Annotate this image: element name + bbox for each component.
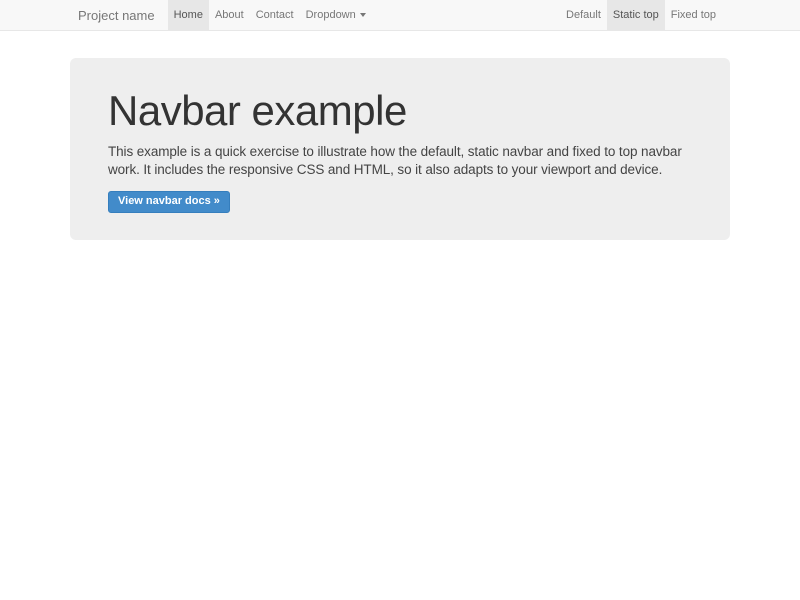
navbar-left-group: Project name Home About Contact Dropdown <box>78 0 372 30</box>
main-content: Navbar example This example is a quick e… <box>0 58 800 240</box>
jumbotron-description: This example is a quick exercise to illu… <box>108 143 692 179</box>
dropdown-label: Dropdown <box>306 0 356 30</box>
jumbotron: Navbar example This example is a quick e… <box>70 58 730 240</box>
navbar-right-nav: Default Static top Fixed top <box>560 0 722 30</box>
brand-link[interactable]: Project name <box>78 0 155 30</box>
caret-down-icon <box>360 13 366 17</box>
nav-item-fixed-top[interactable]: Fixed top <box>665 0 722 30</box>
view-navbar-docs-button[interactable]: View navbar docs » <box>108 191 230 213</box>
nav-item-home[interactable]: Home <box>168 0 209 30</box>
top-navbar: Project name Home About Contact Dropdown… <box>0 0 800 31</box>
nav-item-contact[interactable]: Contact <box>250 0 300 30</box>
page-title: Navbar example <box>108 89 692 133</box>
nav-item-default[interactable]: Default <box>560 0 607 30</box>
nav-item-static-top[interactable]: Static top <box>607 0 665 30</box>
nav-item-about[interactable]: About <box>209 0 250 30</box>
nav-item-dropdown[interactable]: Dropdown <box>300 0 372 30</box>
navbar-left-nav: Home About Contact Dropdown <box>168 0 372 30</box>
navbar-container: Project name Home About Contact Dropdown… <box>70 0 730 30</box>
